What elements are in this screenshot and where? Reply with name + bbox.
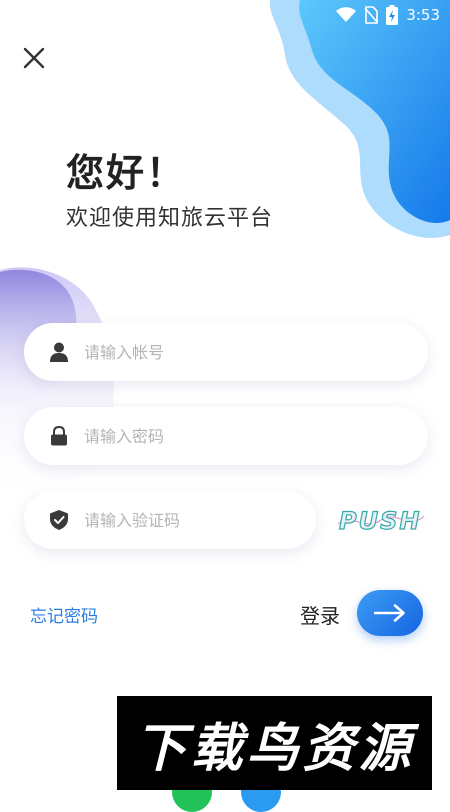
close-icon xyxy=(23,47,45,69)
status-time: 3:53 xyxy=(406,6,440,24)
login-label: 登录 xyxy=(300,604,340,628)
close-button[interactable] xyxy=(18,42,50,74)
lock-icon xyxy=(48,425,70,447)
arrow-right-icon xyxy=(374,604,405,622)
password-input[interactable] xyxy=(82,425,346,447)
account-field[interactable] xyxy=(24,323,428,381)
shield-check-icon xyxy=(48,509,70,531)
account-input[interactable] xyxy=(82,341,346,363)
watermark-text: 下载鸟资源 xyxy=(134,718,415,779)
watermark-banner: 下载鸟资源 xyxy=(117,696,432,790)
welcome-subtitle: 欢迎使用知旅云平台 xyxy=(66,206,274,231)
captcha-field[interactable] xyxy=(24,491,316,549)
password-field[interactable] xyxy=(24,407,428,465)
captcha-text: PUSH xyxy=(339,507,421,535)
greeting-title: 您好！ xyxy=(66,151,187,195)
battery-charging-icon xyxy=(386,5,399,25)
no-sim-icon xyxy=(364,6,379,24)
background-decoration xyxy=(0,0,450,510)
status-bar: 3:53 xyxy=(310,0,450,30)
forgot-password-link[interactable]: 忘记密码 xyxy=(30,602,98,627)
wifi-icon xyxy=(336,7,357,22)
login-button[interactable] xyxy=(357,590,423,636)
captcha-input[interactable] xyxy=(82,509,256,531)
captcha-image[interactable]: PUSH xyxy=(336,504,426,536)
user-icon xyxy=(48,341,70,363)
